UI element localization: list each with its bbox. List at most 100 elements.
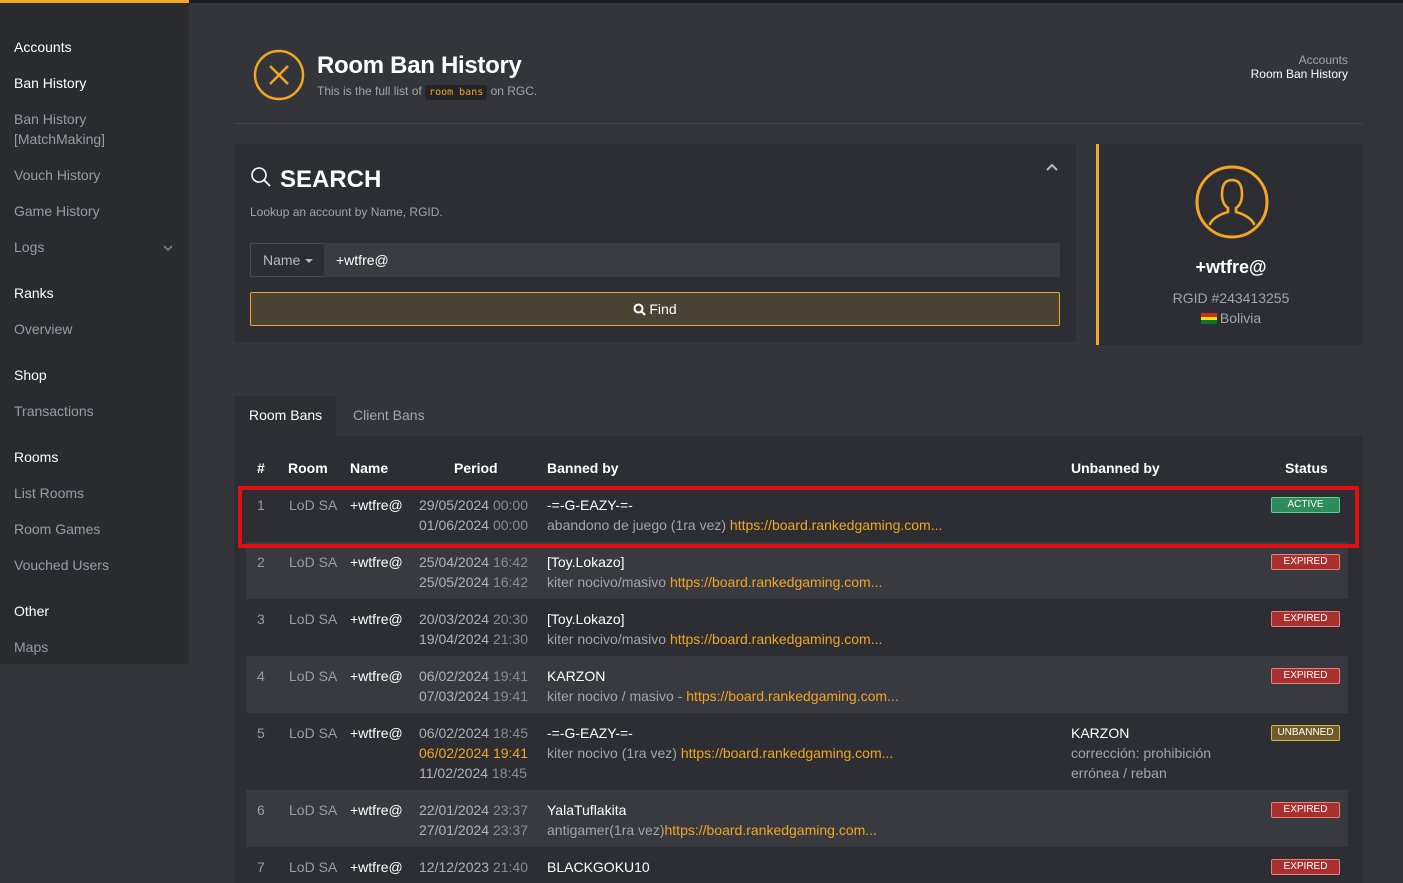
banned-by[interactable]: [Toy.Lokazo]: [547, 609, 625, 629]
banned-by[interactable]: -=-G-EAZY-=-: [547, 723, 633, 743]
row-room: LoD SA: [289, 611, 338, 627]
period-date: 06/02/2024: [419, 668, 490, 684]
period-date: 11/02/2024: [419, 765, 489, 781]
period-line: 22/01/2024 23:37: [419, 800, 528, 820]
ban-reason-link[interactable]: https://board.rankedgaming.com...: [670, 631, 882, 647]
period-date: 12/12/2023: [419, 859, 490, 875]
sidebar-item-vouch-history[interactable]: Vouch History: [14, 165, 100, 185]
table-row: 4 LoD SA +wtfre@ 06/02/2024 19:41 07/03/2024…: [246, 656, 1348, 713]
profile-country: Bolivia: [1099, 310, 1363, 326]
banned-by[interactable]: -=-G-EAZY-=-: [547, 495, 633, 515]
ban-reason-link[interactable]: https://board.rankedgaming.com...: [730, 517, 942, 533]
table-row: 2 LoD SA +wtfre@ 25/04/2024 16:42 25/05/2024…: [246, 542, 1348, 599]
period-time: 00:00: [492, 497, 529, 513]
sidebar-item-list-rooms[interactable]: List Rooms: [14, 483, 84, 503]
ban-reason-line: abandono de juego (1ra vez) https://boar…: [547, 515, 942, 535]
period-line: 29/05/2024 00:00: [419, 495, 528, 515]
period-time: 23:37: [492, 802, 529, 818]
header-divider: [234, 123, 1363, 124]
banned-by[interactable]: KARZON: [547, 666, 605, 686]
unbanned-by[interactable]: KARZON: [1071, 723, 1129, 743]
find-button[interactable]: Find: [250, 292, 1060, 326]
row-name[interactable]: +wtfre@: [350, 857, 403, 877]
status-badge: EXPIRED: [1271, 802, 1340, 818]
sidebar-item-maps[interactable]: Maps: [14, 637, 48, 657]
banned-by[interactable]: [Toy.Lokazo]: [547, 552, 625, 572]
ban-reason: kiter nocivo/masivo: [547, 574, 670, 590]
row-name[interactable]: +wtfre@: [350, 800, 403, 820]
ban-reason-line: kiter nocivo/masivo https://board.ranked…: [547, 629, 882, 649]
row-room: LoD SA: [289, 802, 338, 818]
sidebar-heading-shop: Shop: [14, 367, 47, 383]
ban-reason-line: kiter nocivo / masivo - https://board.ra…: [547, 686, 899, 706]
ban-reason-link[interactable]: https://board.rankedgaming.com...: [665, 822, 877, 838]
sidebar-item-logs[interactable]: Logs: [14, 237, 44, 257]
search-icon: [251, 167, 271, 187]
col-header-room: Room: [288, 460, 328, 476]
sidebar-item-transactions[interactable]: Transactions: [14, 401, 94, 421]
period-date: 25/04/2024: [419, 554, 490, 570]
row-room: LoD SA: [289, 725, 338, 741]
country-name: Bolivia: [1219, 310, 1262, 326]
ban-x-icon: [253, 49, 305, 101]
breadcrumb-current: Room Ban History: [1250, 67, 1348, 81]
status-badge: ACTIVE: [1271, 497, 1340, 513]
row-room: LoD SA: [289, 859, 338, 875]
period-line: 06/02/2024 18:45: [419, 723, 528, 743]
sidebar-item-room-games[interactable]: Room Games: [14, 519, 100, 539]
sidebar-heading-ranks: Ranks: [14, 285, 54, 301]
col-header-status: Status: [1285, 460, 1328, 476]
period-line: 19/04/2024 21:30: [419, 629, 528, 649]
room-bans-table: # Room Name Period Banned by Unbanned by…: [234, 436, 1363, 883]
period-line: 25/04/2024 16:42: [419, 552, 528, 572]
sidebar-item-overview[interactable]: Overview: [14, 319, 72, 339]
row-name[interactable]: +wtfre@: [350, 723, 403, 743]
ban-reason-link[interactable]: https://board.rankedgaming.com...: [686, 688, 898, 704]
row-name[interactable]: +wtfre@: [350, 495, 403, 515]
sidebar-item-vouched-users[interactable]: Vouched Users: [14, 555, 109, 575]
ban-reason: antigamer(1ra vez): [547, 822, 665, 838]
ban-reason-link[interactable]: https://board.rankedgaming.com...: [670, 574, 882, 590]
table-row: 3 LoD SA +wtfre@ 20/03/2024 20:30 19/04/2024…: [246, 599, 1348, 656]
period-date: 27/01/2024: [419, 822, 490, 838]
table-row: 7 LoD SA +wtfre@ 12/12/2023 21:40 BLACKGOKU1…: [246, 847, 1348, 883]
period-time: 20:30: [492, 611, 529, 627]
period-time: 21:30: [492, 631, 529, 647]
row-number: 6: [257, 802, 265, 818]
col-header-unbanned-by: Unbanned by: [1071, 460, 1160, 476]
chevron-down-icon[interactable]: [163, 243, 173, 253]
tab-client-bans[interactable]: Client Bans: [353, 396, 425, 436]
period-time: 18:45: [492, 725, 529, 741]
page-subtitle: This is the full list of room bans on RG…: [317, 84, 537, 100]
sidebar-item-game-history[interactable]: Game History: [14, 201, 100, 221]
row-number: 2: [257, 554, 265, 570]
period-line: 11/02/2024 18:45: [419, 763, 527, 783]
row-name[interactable]: +wtfre@: [350, 609, 403, 629]
period-time: 19:41: [492, 745, 529, 761]
status-badge: EXPIRED: [1271, 554, 1340, 570]
row-name[interactable]: +wtfre@: [350, 666, 403, 686]
ban-reason: abandono de juego (1ra vez): [547, 517, 730, 533]
table-row: 5 LoD SA +wtfre@ 06/02/2024 18:45 06/02/2024…: [246, 713, 1348, 790]
search-icon: [633, 303, 647, 316]
row-name[interactable]: +wtfre@: [350, 552, 403, 572]
ban-reason-line: antigamer(1ra vez)https://board.rankedga…: [547, 820, 877, 840]
row-room: LoD SA: [289, 497, 338, 513]
banned-by[interactable]: BLACKGOKU10: [547, 857, 650, 877]
search-input[interactable]: [324, 243, 1060, 277]
sidebar-item-ban-history-matchmaking[interactable]: Ban History [MatchMaking]: [14, 109, 105, 149]
period-time: 19:41: [492, 668, 529, 684]
caret-down-icon: [305, 259, 314, 264]
ban-reason-link[interactable]: https://board.rankedgaming.com...: [681, 745, 893, 761]
search-title: SEARCH: [280, 166, 382, 193]
breadcrumb-accounts[interactable]: Accounts: [1251, 53, 1348, 67]
row-number: 7: [257, 859, 265, 875]
banned-by[interactable]: YalaTuflakita: [547, 800, 626, 820]
period-date: 06/02/2024: [419, 745, 490, 761]
search-type-select[interactable]: Name: [250, 243, 324, 277]
chevron-up-icon[interactable]: [1044, 160, 1060, 174]
tab-room-bans[interactable]: Room Bans: [234, 396, 336, 436]
profile-card: +wtfre@ RGID #243413255 Bolivia: [1096, 144, 1363, 345]
subtitle-pre: This is the full list of: [317, 84, 422, 98]
sidebar-item-ban-history[interactable]: Ban History: [14, 73, 86, 93]
